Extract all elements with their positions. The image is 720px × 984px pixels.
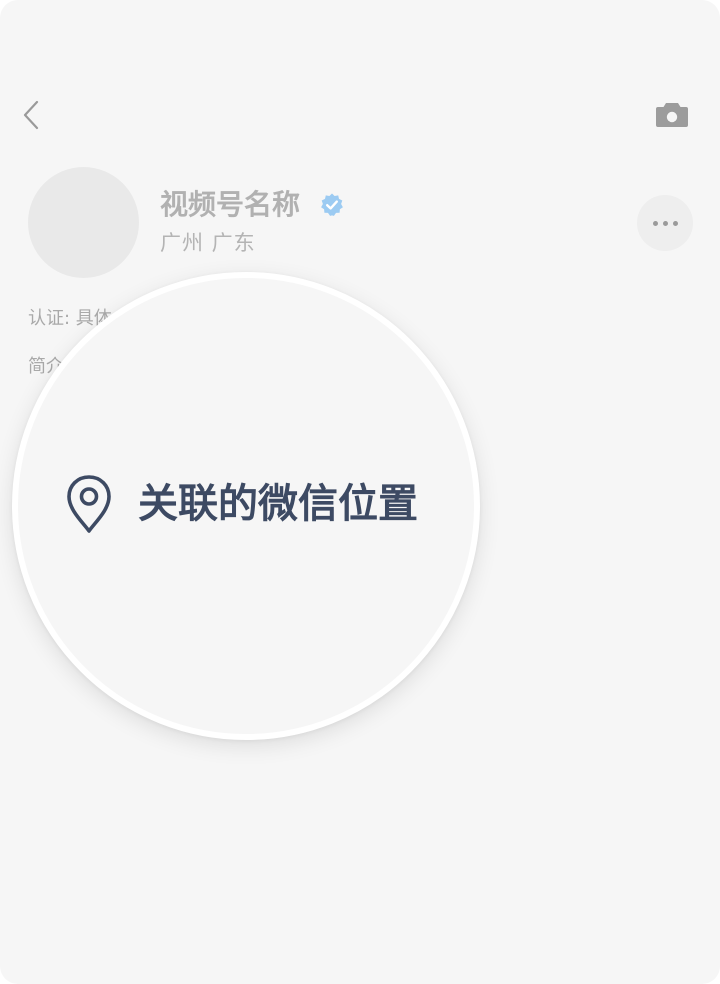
linked-location-label: 关联的微信位置 [138,481,418,527]
verified-badge-icon [321,193,343,216]
more-dot [673,221,678,226]
chevron-left-icon [23,100,39,130]
more-dots-icon [653,221,658,226]
more-dot [663,221,668,226]
camera-button[interactable] [654,100,690,130]
profile-location: 广州 广东 [160,231,256,255]
avatar[interactable] [28,167,139,278]
profile-page: 视频号名称 广州 广东 认证: 具体 简介 关联的微信位置 [0,0,720,984]
profile-name: 视频号名称 [160,188,301,221]
linked-wechat-location-link[interactable]: 关联的微信位置 [64,474,418,534]
more-button[interactable] [637,195,693,251]
camera-icon [656,103,688,127]
back-button[interactable] [18,98,46,132]
location-pin-icon [67,475,111,533]
